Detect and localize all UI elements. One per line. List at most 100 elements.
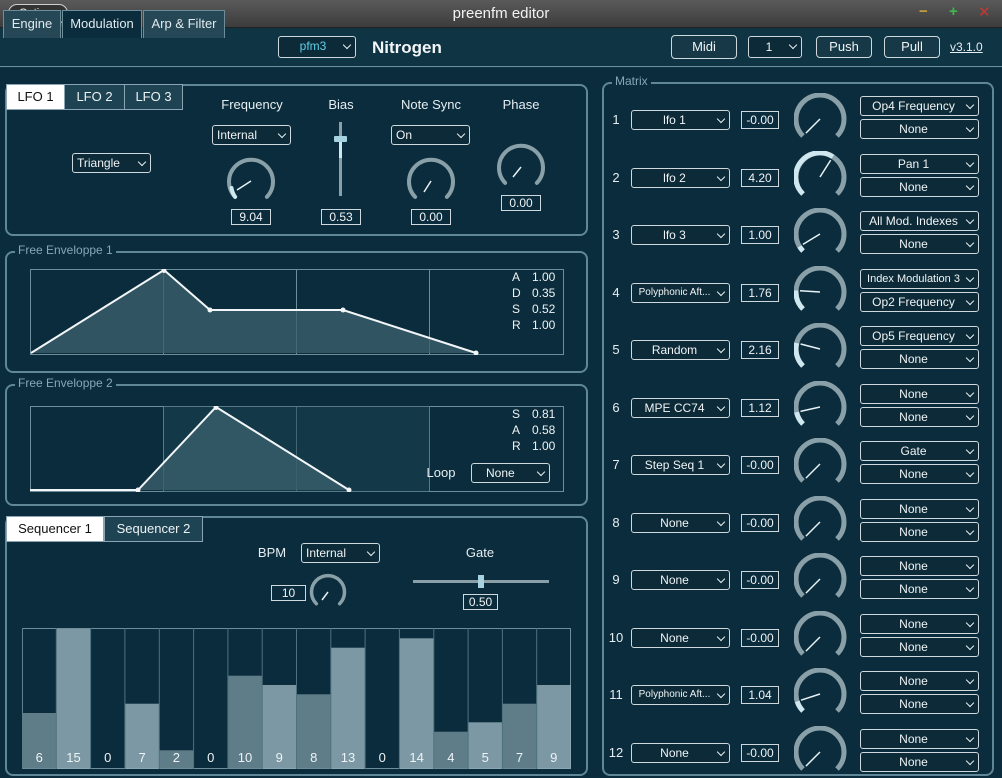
matrix-destination-1-select[interactable]: Index Modulation 3 <box>860 269 979 289</box>
matrix-destination-1-select[interactable]: None <box>860 556 979 576</box>
matrix-destination-2-select[interactable]: None <box>860 579 979 599</box>
phase-knob[interactable] <box>495 141 547 193</box>
tab-lfo-3[interactable]: LFO 3 <box>124 84 183 110</box>
matrix-destination-1-select[interactable]: Gate <box>860 441 979 461</box>
matrix-destination-1-select[interactable]: None <box>860 384 979 404</box>
phase-value[interactable]: 0.00 <box>501 195 541 211</box>
bpm-select[interactable]: Internal <box>301 543 380 563</box>
matrix-amount-knob[interactable] <box>794 381 848 435</box>
matrix-amount-knob[interactable] <box>794 93 848 147</box>
matrix-destination-2-select[interactable]: None <box>860 637 979 657</box>
device-select[interactable]: pfm3 <box>278 36 356 58</box>
matrix-amount-value[interactable]: 2.16 <box>741 341 779 359</box>
close-icon[interactable]: ✕ <box>978 3 991 21</box>
bias-slider-track[interactable] <box>339 122 342 196</box>
loop-select[interactable]: None <box>471 463 550 483</box>
matrix-destination-1-select[interactable]: Pan 1 <box>860 154 979 174</box>
matrix-source-select[interactable]: Step Seq 1 <box>631 455 730 475</box>
matrix-amount-knob[interactable] <box>794 726 848 778</box>
matrix-amount-knob[interactable] <box>794 151 848 205</box>
matrix-amount-knob[interactable] <box>794 266 848 320</box>
matrix-destination-2-select[interactable]: None <box>860 752 979 772</box>
lfo-shape-select[interactable]: Triangle <box>72 153 151 173</box>
tab-modulation[interactable]: Modulation <box>62 10 142 38</box>
matrix-source-select[interactable]: lfo 1 <box>631 110 730 130</box>
matrix-amount-value[interactable]: 1.00 <box>741 226 779 244</box>
matrix-destination-1-select[interactable]: Op5 Frequency <box>860 326 979 346</box>
matrix-amount-value[interactable]: -0.00 <box>741 514 779 532</box>
matrix-amount-value[interactable]: 1.04 <box>741 686 779 704</box>
sequencer-step-bar[interactable] <box>56 629 91 769</box>
bias-value[interactable]: 0.53 <box>321 209 361 225</box>
matrix-source-select[interactable]: None <box>631 628 730 648</box>
matrix-destination-2-select[interactable]: None <box>860 522 979 542</box>
frequency-knob[interactable] <box>225 155 277 207</box>
pull-button[interactable]: Pull <box>884 36 940 58</box>
bpm-value[interactable]: 10 <box>271 585 306 601</box>
matrix-destination-2-select[interactable]: Op2 Frequency <box>860 292 979 312</box>
midi-channel-select[interactable]: 1 <box>748 36 802 58</box>
frequency-value[interactable]: 9.04 <box>231 209 271 225</box>
matrix-amount-value[interactable]: 1.12 <box>741 399 779 417</box>
tab-sequencer-1[interactable]: Sequencer 1 <box>6 516 104 542</box>
bpm-knob[interactable] <box>309 573 347 611</box>
envelope-1-graph[interactable] <box>30 269 564 355</box>
matrix-amount-value[interactable]: -0.00 <box>741 111 779 129</box>
matrix-destination-2-select[interactable]: None <box>860 234 979 254</box>
tab-lfo-1[interactable]: LFO 1 <box>6 84 65 110</box>
matrix-amount-knob[interactable] <box>794 438 848 492</box>
push-button[interactable]: Push <box>816 36 872 58</box>
matrix-amount-knob[interactable] <box>794 208 848 262</box>
tab-lfo-2[interactable]: LFO 2 <box>64 84 125 110</box>
matrix-amount-value[interactable]: 1.76 <box>741 284 779 302</box>
matrix-amount-knob[interactable] <box>794 496 848 550</box>
matrix-destination-1-select[interactable]: None <box>860 614 979 634</box>
midi-button[interactable]: Midi <box>671 35 737 59</box>
note-sync-value[interactable]: 0.00 <box>411 209 451 225</box>
sequencer-step-value: 15 <box>66 750 80 765</box>
gate-value[interactable]: 0.50 <box>463 594 498 610</box>
matrix-source-select[interactable]: None <box>631 570 730 590</box>
matrix-amount-value[interactable]: -0.00 <box>741 744 779 762</box>
matrix-destination-2-select[interactable]: None <box>860 464 979 484</box>
matrix-destination-2-select[interactable]: None <box>860 407 979 427</box>
frequency-select[interactable]: Internal <box>212 125 291 145</box>
matrix-destination-1-select[interactable]: None <box>860 671 979 691</box>
matrix-source-select[interactable]: lfo 2 <box>631 168 730 188</box>
tab-engine[interactable]: Engine <box>3 10 61 38</box>
bias-slider-handle[interactable] <box>334 136 347 142</box>
matrix-destination-1-select[interactable]: Op4 Frequency <box>860 96 979 116</box>
matrix-amount-knob[interactable] <box>794 323 848 377</box>
matrix-amount-value[interactable]: -0.00 <box>741 456 779 474</box>
matrix-amount-knob[interactable] <box>794 611 848 665</box>
tab-sequencer-2[interactable]: Sequencer 2 <box>104 516 203 542</box>
matrix-destination-2-select[interactable]: None <box>860 177 979 197</box>
matrix-amount-value[interactable]: -0.00 <box>741 571 779 589</box>
matrix-destination-2-select[interactable]: None <box>860 349 979 369</box>
tab-arp-filter[interactable]: Arp & Filter <box>143 10 225 38</box>
note-sync-select[interactable]: On <box>391 125 470 145</box>
matrix-destination-2-select[interactable]: None <box>860 694 979 714</box>
matrix-destination-1-select[interactable]: All Mod. Indexes <box>860 211 979 231</box>
matrix-source-select[interactable]: Polyphonic Aft... <box>631 685 730 705</box>
matrix-amount-value[interactable]: 4.20 <box>741 169 779 187</box>
loop-label: Loop <box>426 465 456 480</box>
matrix-source-select[interactable]: lfo 3 <box>631 225 730 245</box>
matrix-source-select[interactable]: None <box>631 513 730 533</box>
matrix-amount-knob[interactable] <box>794 668 848 722</box>
step-sequencer-grid[interactable]: 6 15 0 7 2 0 10 9 8 13 0 14 4 5 7 9 <box>22 628 571 769</box>
matrix-source-select[interactable]: None <box>631 743 730 763</box>
matrix-destination-1-select[interactable]: None <box>860 499 979 519</box>
matrix-destination-1-select[interactable]: None <box>860 729 979 749</box>
matrix-amount-knob[interactable] <box>794 553 848 607</box>
matrix-destination-2-select[interactable]: None <box>860 119 979 139</box>
matrix-source-select[interactable]: Polyphonic Aft... <box>631 283 730 303</box>
minimize-icon[interactable]: − <box>919 3 928 20</box>
matrix-source-select[interactable]: Random <box>631 340 730 360</box>
maximize-icon[interactable]: + <box>949 3 958 20</box>
version-link[interactable]: v3.1.0 <box>950 40 983 54</box>
note-sync-knob[interactable] <box>405 155 457 207</box>
gate-slider-handle[interactable] <box>478 575 484 588</box>
matrix-source-select[interactable]: MPE CC74 <box>631 398 730 418</box>
matrix-amount-value[interactable]: -0.00 <box>741 629 779 647</box>
